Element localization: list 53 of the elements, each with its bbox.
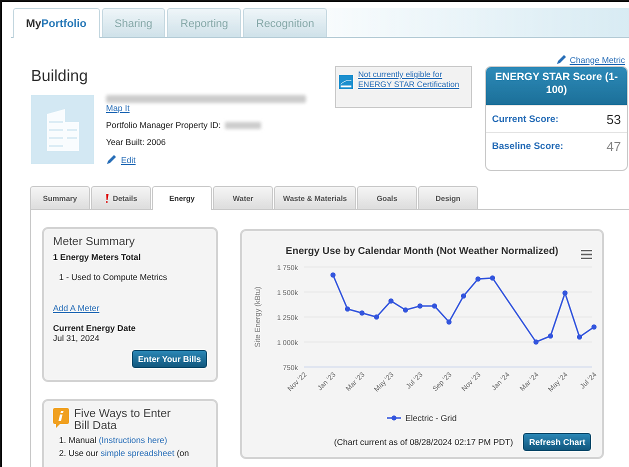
property-id-label: Portfolio Manager Property ID: <box>106 120 221 130</box>
data-point <box>388 298 394 304</box>
data-point <box>446 319 452 325</box>
pencil-icon <box>106 154 117 165</box>
refresh-chart-button[interactable]: Refresh Chart <box>523 433 592 451</box>
data-point <box>330 272 336 278</box>
data-point <box>562 290 568 296</box>
menu-icon[interactable] <box>581 250 592 259</box>
legend-marker-icon <box>387 415 402 421</box>
page-title: Building <box>31 68 89 86</box>
enter-bills-button[interactable]: Enter Your Bills <box>132 350 207 368</box>
change-metric-link[interactable]: Change Metric <box>570 54 625 64</box>
score-label: Baseline Score: <box>492 140 564 152</box>
chart-title: Energy Use by Calendar Month (Not Weather Normalized) <box>284 246 560 257</box>
step-text: 1. Manual <box>59 435 96 446</box>
panel-title: Meter Summary <box>53 236 136 248</box>
map-link[interactable]: Map It <box>106 103 130 113</box>
instructions-link[interactable]: (Instructions here) <box>98 435 168 446</box>
data-point <box>374 314 380 320</box>
score-value: 53 <box>606 112 621 126</box>
data-point <box>548 333 554 339</box>
score-card-header: ENERGY STAR Score (1-100) <box>486 67 627 105</box>
data-point <box>402 307 408 313</box>
data-point <box>432 303 438 309</box>
building-icon <box>44 108 80 152</box>
data-point <box>490 275 496 281</box>
alert-icon <box>104 194 109 202</box>
score-value: 47 <box>606 138 621 154</box>
add-meter-link[interactable]: Add A Meter <box>53 303 100 313</box>
data-point <box>417 303 423 309</box>
date-label: Current Energy Date <box>53 323 137 333</box>
data-point <box>460 293 466 299</box>
step-text: 2. Use our <box>59 448 98 458</box>
nav-tab[interactable]: MyPortfolio <box>13 8 100 38</box>
data-point <box>359 310 365 316</box>
info-icon <box>53 408 69 428</box>
data-point <box>576 334 582 340</box>
data-point <box>475 276 481 282</box>
legend-label: Electric - Grid <box>405 413 457 423</box>
data-point <box>591 324 597 330</box>
panel-title: Five Ways to Enter Bill Data <box>74 408 172 432</box>
data-point <box>533 339 539 345</box>
meters-total: 1 Energy Meters Total <box>53 252 142 262</box>
score-label: Current Score: <box>492 114 559 124</box>
instructions-link[interactable]: simple spreadsheet <box>100 448 174 458</box>
meters-used: 1 - Used to Compute Metrics <box>59 272 168 282</box>
data-point <box>344 306 350 312</box>
step-text: (on <box>176 448 189 458</box>
edit-link[interactable]: Edit <box>121 154 136 164</box>
energy-date: Jul 31, 2024 <box>53 333 100 343</box>
year-built: Year Built: 2006 <box>106 137 167 147</box>
blurred-property-id <box>224 122 261 128</box>
chart-timestamp: (Chart current as of 08/28/2024 02:17 PM PDT) <box>334 437 514 447</box>
